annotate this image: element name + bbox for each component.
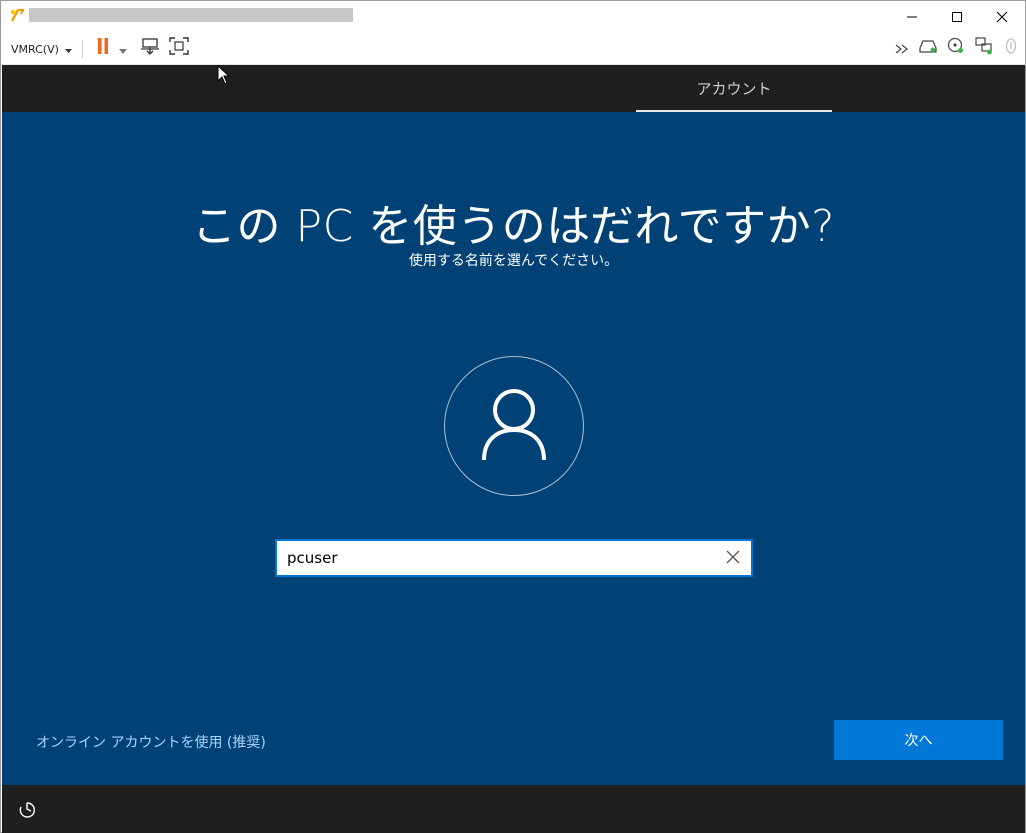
pause-icon <box>96 38 110 58</box>
oobe-content: この PC を使うのはだれですか? 使用する名前を選んでください。 pcuser… <box>2 112 1025 785</box>
close-button[interactable] <box>979 1 1025 32</box>
minimize-button[interactable] <box>889 1 935 32</box>
title-bar <box>1 1 1025 32</box>
hard-disk-device-button[interactable] <box>917 38 939 58</box>
usb-device-button[interactable] <box>1001 38 1021 58</box>
close-icon <box>996 11 1008 23</box>
network-adapter-icon <box>975 37 993 59</box>
network-adapter-device-button[interactable] <box>973 37 995 59</box>
fullscreen-icon <box>169 37 189 59</box>
fullscreen-button[interactable] <box>168 37 190 59</box>
send-keys-icon <box>140 37 160 59</box>
oobe-footer <box>2 785 1025 833</box>
page-title: この PC を使うのはだれですか? <box>192 201 835 252</box>
online-account-link[interactable]: オンライン アカウントを使用 (推奨) <box>36 732 266 752</box>
usb-device-icon <box>1005 38 1017 58</box>
user-avatar-icon <box>480 386 548 466</box>
clear-input-button[interactable] <box>721 546 745 570</box>
cd-drive-icon <box>947 37 965 59</box>
vmrc-logo-icon <box>9 7 25 23</box>
cd-drive-device-button[interactable] <box>945 37 967 59</box>
hard-disk-icon <box>918 38 938 58</box>
power-options-dropdown[interactable] <box>117 38 129 58</box>
maximize-button[interactable] <box>934 1 980 32</box>
close-icon <box>726 549 740 568</box>
window-title-redacted <box>29 8 353 22</box>
next-button[interactable]: 次へ <box>834 720 1003 760</box>
vmrc-window: VMRC(V) アカウント この PC を使うのはだれですか? 使用する名前を選… <box>0 0 1026 833</box>
chevron-down-icon <box>64 43 72 56</box>
user-name-input[interactable] <box>287 541 707 575</box>
chevron-down-icon <box>119 39 127 58</box>
vmrc-toolbar: VMRC(V) <box>1 32 1025 65</box>
toolbar-divider <box>82 40 83 58</box>
tab-account[interactable]: アカウント <box>636 65 832 112</box>
page-subtitle: 使用する名前を選んでください。 <box>408 253 619 269</box>
vmrc-menu-label: VMRC(V) <box>11 42 59 56</box>
send-ctrl-alt-del-button[interactable] <box>139 38 161 58</box>
maximize-icon <box>951 11 963 23</box>
oobe-header: アカウント <box>2 65 1025 112</box>
pause-button[interactable] <box>93 38 113 58</box>
double-chevron-right-icon <box>895 39 909 58</box>
toolbar-overflow-button[interactable] <box>893 38 911 58</box>
minimize-icon <box>906 11 918 23</box>
ease-of-access-icon[interactable] <box>18 801 36 819</box>
avatar <box>444 356 584 496</box>
user-name-field <box>275 539 753 577</box>
vm-console[interactable]: アカウント この PC を使うのはだれですか? 使用する名前を選んでください。 <box>2 65 1025 833</box>
vmrc-menu-button[interactable]: VMRC(V) <box>11 40 72 58</box>
